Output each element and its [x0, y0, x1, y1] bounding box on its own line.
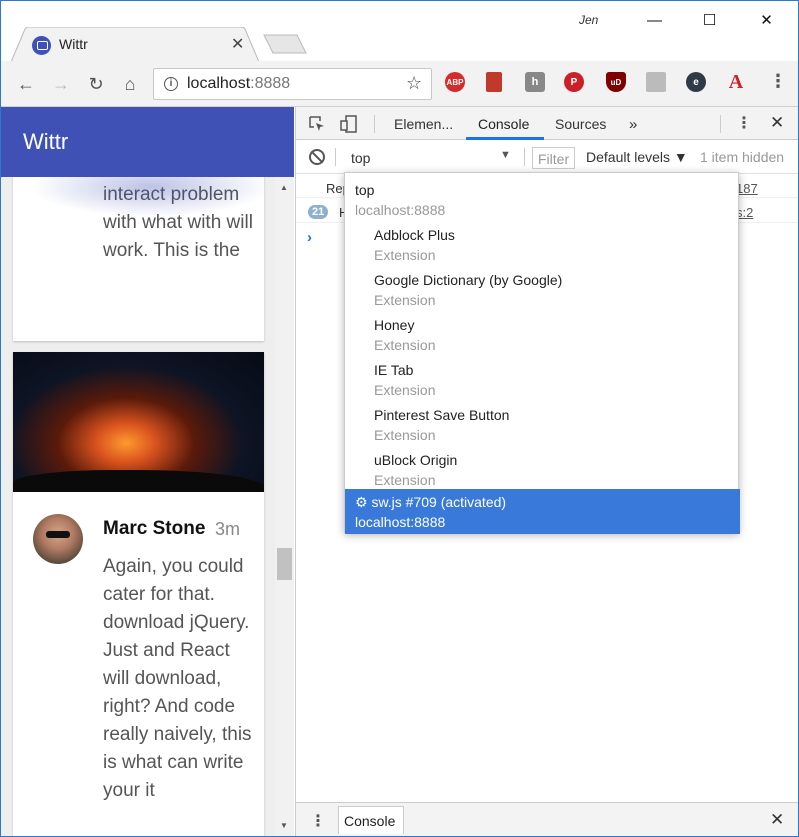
context-option-top[interactable]: top localhost:8888 [345, 177, 740, 222]
app-title: Wittr [23, 129, 69, 154]
clear-console-icon[interactable] [309, 149, 325, 165]
post-author: Marc Stone [103, 518, 206, 539]
toolbar-divider [335, 148, 336, 166]
url-host: localhost [187, 75, 251, 92]
context-dropdown: top localhost:8888 Adblock Plus Extensio… [344, 172, 740, 534]
devtools-drawer: ⋮ Console ✕ [296, 802, 798, 836]
console-toolbar: top ▼ Filter Default levels ▼ 1 item hid… [296, 140, 798, 174]
tab-close-icon[interactable]: ✕ [231, 34, 244, 54]
wittr-favicon-icon [32, 36, 51, 55]
minimize-button[interactable]: — [632, 1, 677, 39]
app-header: Wittr [1, 107, 294, 177]
title-bar: Wittr ✕ Jen — ☐ ✕ [1, 1, 798, 63]
pinterest-icon[interactable]: P [564, 72, 584, 92]
hidden-items-count: 1 item hidden [700, 149, 785, 165]
context-option-google-dictionary[interactable]: Google Dictionary (by Google) Extension [345, 267, 740, 312]
context-option-honey[interactable]: Honey Extension [345, 312, 740, 357]
context-selected-value: top [351, 150, 371, 166]
toolbar-divider [374, 115, 375, 133]
tab-console[interactable]: Console [478, 116, 529, 132]
option-title: Google Dictionary (by Google) [374, 272, 563, 288]
address-bar[interactable]: i localhost:8888 ☆ [153, 68, 432, 100]
avatar [33, 514, 83, 564]
toolbar-divider [524, 148, 525, 166]
drawer-tab-console[interactable]: Console [338, 806, 404, 834]
option-title: top [355, 182, 375, 198]
context-option-ublock-origin[interactable]: uBlock Origin Extension [345, 447, 740, 492]
chrome-extension-icon[interactable]: e [686, 72, 706, 92]
post-time: 3m [215, 519, 241, 539]
honey-icon[interactable]: h [525, 72, 545, 92]
option-subtitle: Extension [374, 427, 436, 443]
console-filter-input[interactable]: Filter [532, 147, 575, 169]
toolbar-divider [720, 115, 721, 133]
post-card: Marc Stone 3m Again, you could cater for… [13, 352, 264, 836]
option-subtitle: Extension [374, 472, 436, 488]
tab-sources[interactable]: Sources [555, 116, 606, 132]
site-info-icon[interactable]: i [164, 77, 178, 91]
tab-elements[interactable]: Elemen... [394, 116, 453, 132]
post-photo [13, 352, 264, 492]
option-title: Pinterest Save Button [374, 407, 510, 423]
context-option-ie-tab[interactable]: IE Tab Extension [345, 357, 740, 402]
option-subtitle: localhost:8888 [355, 202, 446, 218]
option-subtitle: Extension [374, 247, 436, 263]
filter-placeholder: Filter [538, 151, 570, 167]
ublock-origin-icon[interactable]: uD [606, 72, 626, 92]
option-title: IE Tab [374, 362, 414, 378]
repeat-count-badge: 21 [308, 205, 329, 219]
adblock-plus-icon[interactable]: ABP [445, 72, 465, 92]
scroll-up-arrow-icon[interactable]: ▲ [280, 183, 288, 192]
option-subtitle: Extension [374, 382, 436, 398]
log-levels-select[interactable]: Default levels ▼ [586, 149, 688, 165]
option-title: ⚙ sw.js #709 (activated) [355, 494, 507, 510]
forward-button[interactable]: → [50, 73, 72, 95]
chevron-down-icon: ▼ [500, 149, 511, 161]
more-tabs-icon[interactable]: » [629, 116, 637, 133]
url-port: :8888 [250, 75, 291, 92]
url-text[interactable]: localhost:8888 [187, 75, 290, 93]
tab-title: Wittr [59, 36, 88, 52]
option-subtitle: Extension [374, 292, 436, 308]
console-prompt-icon[interactable]: › [307, 229, 312, 246]
devtools-tab-bar: Elemen... Console Sources » ⋮ ✕ [296, 107, 798, 140]
devtools-menu-icon[interactable]: ⋮ [736, 113, 752, 133]
bookmark-star-icon[interactable]: ☆ [406, 73, 422, 94]
home-button[interactable]: ⌂ [119, 73, 141, 95]
device-toolbar-icon[interactable] [339, 114, 359, 134]
context-option-pinterest[interactable]: Pinterest Save Button Extension [345, 402, 740, 447]
browser-window: Wittr ✕ Jen — ☐ ✕ ← → ↻ ⌂ i localhost:88… [0, 0, 799, 837]
new-tab-button[interactable] [263, 34, 307, 54]
back-button[interactable]: ← [15, 73, 37, 95]
window-close-button[interactable]: ✕ [744, 1, 789, 39]
maximize-button[interactable]: ☐ [687, 1, 732, 39]
google-dictionary-icon[interactable] [486, 72, 502, 92]
inspect-element-icon[interactable] [307, 114, 327, 134]
post-text: Again, you could cater for that. downloa… [103, 556, 252, 801]
reload-button[interactable]: ↻ [85, 73, 107, 95]
scrollbar-thumb[interactable] [277, 548, 292, 580]
scroll-down-arrow-icon[interactable]: ▼ [280, 821, 288, 830]
option-title: Adblock Plus [374, 227, 455, 243]
page-viewport: Wittr interact problem with what with wi… [1, 107, 294, 836]
option-title: uBlock Origin [374, 452, 458, 468]
page-scrollbar[interactable]: ▲ ▼ [275, 177, 294, 836]
browser-tab-wittr[interactable]: Wittr ✕ [11, 27, 259, 63]
ie-tab-icon[interactable] [646, 72, 666, 92]
drawer-close-icon[interactable]: ✕ [770, 810, 784, 830]
context-selector[interactable]: top ▼ [344, 146, 520, 168]
drawer-menu-icon[interactable]: ⋮ [310, 811, 326, 831]
window-user-name[interactable]: Jen [579, 13, 598, 27]
option-subtitle: Extension [374, 337, 436, 353]
option-title: Honey [374, 317, 415, 333]
option-subtitle: localhost:8888 [355, 514, 446, 530]
context-option-service-worker[interactable]: ⚙ sw.js #709 (activated) localhost:8888 [345, 489, 740, 534]
drawer-tab-label: Console [344, 813, 396, 829]
acrobat-icon[interactable]: A [726, 71, 746, 93]
devtools-close-icon[interactable]: ✕ [770, 113, 784, 133]
browser-menu-icon[interactable]: ⋮ [769, 71, 787, 92]
browser-toolbar: ← → ↻ ⌂ i localhost:8888 ☆ [1, 61, 798, 107]
context-option-adblock-plus[interactable]: Adblock Plus Extension [345, 222, 740, 267]
